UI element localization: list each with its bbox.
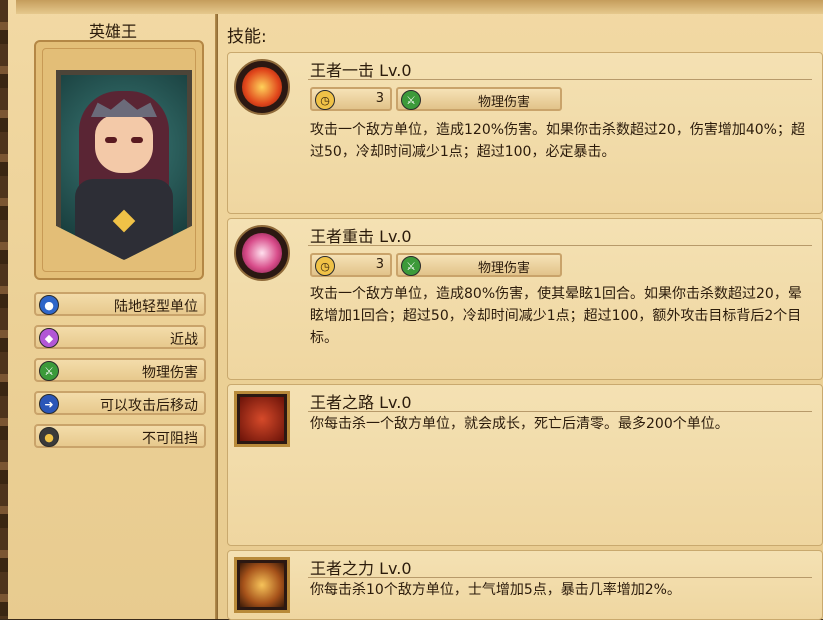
skill-description: 你每击杀10个敌方单位，士气增加5点，暴击几率增加2%。 [310,582,681,598]
unstoppable-icon: ● [39,427,59,447]
cooldown-value: 3 [375,257,384,272]
hero-name: 英雄王 [88,22,137,41]
skill-divider [308,79,812,80]
unit-type-icon: ● [39,295,59,315]
trait-label: 近战 [170,332,198,348]
trait-unit-type: ● 陆地轻型单位 [34,292,206,316]
panel-top-border [16,0,823,14]
sword-icon: ⚔ [401,90,421,110]
panel-divider [215,14,218,619]
skill-divider [308,577,812,578]
skill-divider [308,245,812,246]
melee-icon: ◆ [39,328,59,348]
sword-icon: ⚔ [39,361,59,381]
damage-type-label: 物理伤害 [478,95,531,110]
hero-portrait-frame [34,40,204,280]
skills-title: 技能: [227,27,267,47]
heavy-strike-icon [234,225,290,281]
sword-icon: ⚔ [401,256,421,276]
trait-unstoppable: ● 不可阻挡 [34,424,206,448]
clock-icon: ◷ [315,256,335,276]
damage-type-badge: ⚔ 物理伤害 [396,87,562,111]
skill-name: 王者重击 Lv.0 [310,227,412,246]
trait-label: 陆地轻型单位 [114,299,198,315]
skill-card[interactable]: 王者之力 Lv.0 你每击杀10个敌方单位，士气增加5点，暴击几率增加2%。 [227,550,823,620]
skill-name: 王者之力 Lv.0 [310,559,412,578]
trait-move-after-attack: ➜ 可以攻击后移动 [34,391,206,415]
skill-name: 王者一击 Lv.0 [310,61,412,80]
cooldown-value: 3 [375,91,384,106]
skill-divider [308,411,812,412]
trait-melee: ◆ 近战 [34,325,206,349]
skill-description: 攻击一个敌方单位，造成80%伤害，使其晕眩1回合。如果你击杀数超过20，晕眩增加… [310,286,802,346]
trait-label: 可以攻击后移动 [100,398,198,414]
skill-name: 王者之路 Lv.0 [310,393,412,412]
hero-traits-list: ● 陆地轻型单位 ◆ 近战 ⚔ 物理伤害 ➜ 可以攻击后移动 ● 不可阻挡 [34,292,206,457]
skill-description: 攻击一个敌方单位，造成120%伤害。如果你击杀数超过20，伤害增加40%；超过5… [310,122,805,160]
trait-label: 不可阻挡 [142,431,198,447]
hero-info-panel: 英雄王 ● 陆地轻型单位 ◆ 近战 ⚔ 物理伤害 ➜ 可以攻击后移动 ● 不可阻… [0,0,823,620]
clock-icon: ◷ [315,90,335,110]
damage-type-badge: ⚔ 物理伤害 [396,253,562,277]
trait-label: 物理伤害 [142,365,198,381]
armor-power-icon [234,557,290,613]
move-icon: ➜ [39,394,59,414]
trait-physical-damage: ⚔ 物理伤害 [34,358,206,382]
crown-path-icon [234,391,290,447]
skill-description: 你每击杀一个敌方单位，就会成长，死亡后清零。最多200个单位。 [310,416,729,432]
skill-card[interactable]: 王者一击 Lv.0 ◷ 3 ⚔ 物理伤害 攻击一个敌方单位，造成120%伤害。如… [227,52,823,214]
skill-card[interactable]: 王者重击 Lv.0 ◷ 3 ⚔ 物理伤害 攻击一个敌方单位，造成80%伤害，使其… [227,218,823,380]
damage-type-label: 物理伤害 [478,261,531,276]
cooldown-badge: ◷ 3 [310,87,392,111]
hero-portrait [56,70,192,260]
cooldown-badge: ◷ 3 [310,253,392,277]
skill-card[interactable]: 王者之路 Lv.0 你每击杀一个敌方单位，就会成长，死亡后清零。最多200个单位… [227,384,823,546]
fire-slash-icon [234,59,290,115]
